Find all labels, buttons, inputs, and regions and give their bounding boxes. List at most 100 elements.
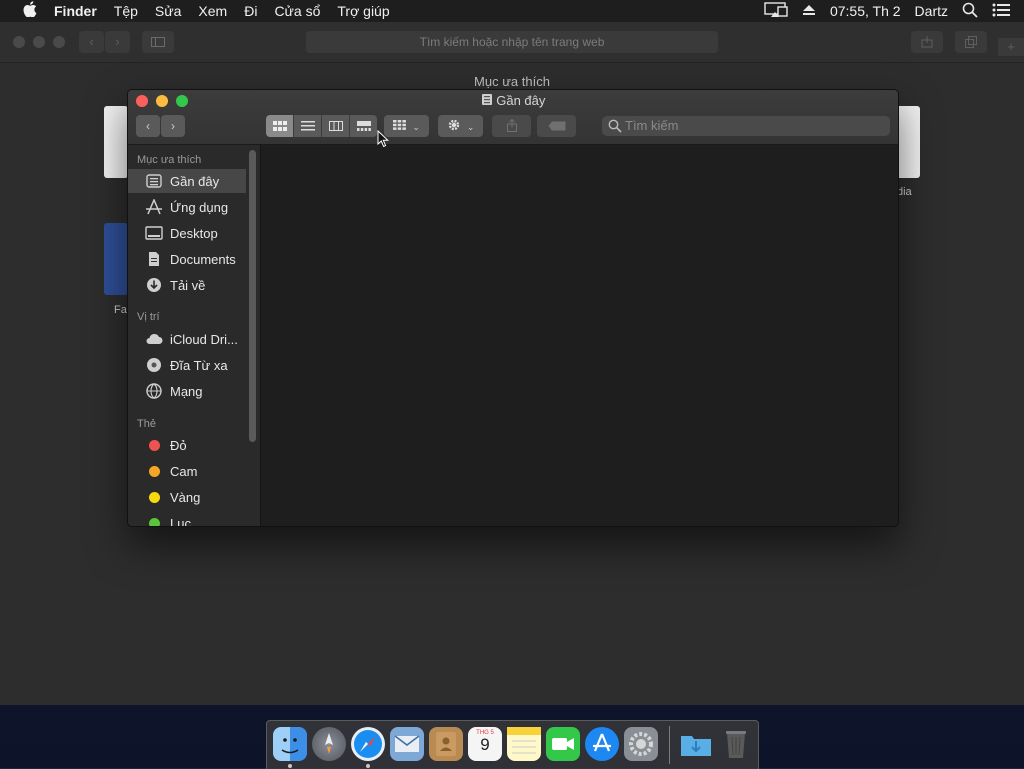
trash-icon[interactable] — [719, 727, 753, 761]
favorite-label: Fa — [114, 304, 127, 316]
minimize-button[interactable] — [33, 36, 45, 48]
back-button[interactable]: ‹ — [136, 115, 160, 137]
recents-icon — [145, 172, 163, 190]
dock: THG 5 9 — [266, 720, 759, 769]
icloud-icon — [145, 330, 163, 348]
column-view-button[interactable] — [322, 115, 350, 137]
group-by-button[interactable]: ⌄ — [384, 115, 429, 137]
window-title-text: Gần đây — [496, 93, 546, 108]
sidebar-item-label: Desktop — [170, 225, 218, 241]
menu-bar: Finder Tệp Sửa Xem Đi Cửa sổ Trợ giúp 07… — [0, 0, 1024, 22]
search-field[interactable]: Tìm kiếm — [602, 116, 890, 136]
menu-file[interactable]: Tệp — [114, 3, 138, 19]
list-view-button[interactable] — [294, 115, 322, 137]
chevron-down-icon: ⌄ — [412, 122, 420, 132]
applications-icon — [145, 198, 163, 216]
sidebar-item-documents[interactable]: Documents — [128, 247, 246, 271]
apple-icon[interactable] — [20, 1, 40, 21]
sidebar-toggle-button[interactable] — [142, 31, 174, 53]
desktop-icon — [145, 224, 163, 242]
gallery-view-button[interactable] — [350, 115, 377, 137]
downloads-icon — [145, 276, 163, 294]
favorite-tile[interactable] — [104, 106, 128, 178]
new-tab-button[interactable]: + — [998, 38, 1024, 56]
sidebar-item-label: Mạng — [170, 383, 203, 399]
action-button[interactable]: ⌄ — [438, 115, 483, 137]
sidebar-item-label: Đĩa Từ xa — [170, 357, 228, 373]
finder-window: Gần đây ‹ › ⌄ ⌄ Tìm kiếm Mục ưa thích Gầ… — [127, 89, 899, 527]
sidebar-item-label: Ứng dụng — [170, 199, 229, 215]
sidebar-item-label: Tải về — [170, 277, 206, 293]
edit-tags-button[interactable] — [537, 115, 576, 137]
favorites-title: Mục ưa thích — [474, 74, 550, 89]
green-tag-icon — [148, 517, 160, 526]
grid-icon — [393, 119, 406, 133]
menu-window[interactable]: Cửa sổ — [274, 3, 320, 19]
sidebar-scrollbar[interactable] — [249, 150, 256, 442]
orange-tag-icon — [148, 465, 160, 477]
icon-view-button[interactable] — [266, 115, 294, 137]
search-icon — [608, 119, 622, 139]
menu-go[interactable]: Đi — [244, 3, 257, 19]
address-bar[interactable]: Tìm kiếm hoặc nhập tên trang web — [306, 31, 718, 53]
contacts-icon[interactable] — [429, 727, 463, 761]
sidebar-item-recents[interactable]: Gần đây — [128, 169, 246, 193]
sidebar-item-downloads[interactable]: Tải về — [128, 273, 246, 297]
search-icon[interactable] — [962, 2, 978, 21]
downloads-folder-icon[interactable] — [679, 727, 713, 761]
tabs-overview-button[interactable] — [955, 31, 987, 53]
sidebar-section-locations: Vị trí — [137, 311, 160, 323]
yellow-tag-icon — [148, 491, 160, 503]
sidebar-item-remote-disc[interactable]: Đĩa Từ xa — [128, 353, 246, 377]
facetime-icon[interactable] — [546, 727, 580, 761]
finder-icon[interactable] — [273, 727, 307, 761]
safari-icon[interactable] — [351, 727, 385, 761]
calendar-icon[interactable]: THG 5 9 — [468, 727, 502, 761]
forward-button[interactable]: › — [161, 115, 185, 137]
favorite-tile[interactable] — [104, 223, 128, 295]
close-button[interactable] — [13, 36, 25, 48]
share-button[interactable] — [492, 115, 531, 137]
back-button[interactable]: ‹ — [79, 31, 104, 53]
finder-sidebar: Mục ưa thích Gần đây Ứng dụng Desktop Do… — [128, 145, 260, 526]
notes-icon[interactable] — [507, 727, 541, 761]
sidebar-item-tag-yellow[interactable]: Vàng — [128, 485, 246, 509]
app-store-icon[interactable] — [585, 727, 619, 761]
mouse-cursor-icon — [377, 129, 390, 153]
sidebar-item-desktop[interactable]: Desktop — [128, 221, 246, 245]
sidebar-item-label: Đỏ — [170, 437, 187, 453]
sidebar-section-tags: Thẻ — [137, 418, 156, 430]
file-content-area[interactable] — [260, 145, 898, 526]
menu-help[interactable]: Trợ giúp — [337, 3, 389, 19]
menu-view[interactable]: Xem — [198, 3, 227, 19]
share-button[interactable] — [911, 31, 943, 53]
view-mode-control — [266, 115, 377, 137]
red-tag-icon — [148, 439, 160, 451]
sidebar-item-icloud[interactable]: iCloud Dri... — [128, 327, 246, 351]
list-icon[interactable] — [992, 3, 1010, 20]
clock[interactable]: 07:55, Th 2 — [830, 3, 901, 19]
sidebar-item-label: Documents — [170, 251, 236, 267]
sidebar-item-tag-orange[interactable]: Cam — [128, 459, 246, 483]
forward-button[interactable]: › — [105, 31, 130, 53]
zoom-button[interactable] — [53, 36, 65, 48]
system-preferences-icon[interactable] — [624, 727, 658, 761]
finder-toolbar: Gần đây ‹ › ⌄ ⌄ Tìm kiếm — [128, 90, 898, 145]
sidebar-item-tag-green[interactable]: Lục — [128, 511, 246, 526]
menu-app-name[interactable]: Finder — [54, 3, 97, 19]
user-name[interactable]: Dartz — [915, 3, 948, 19]
sidebar-item-network[interactable]: Mạng — [128, 379, 246, 403]
remote-disc-icon — [145, 356, 163, 374]
launchpad-icon[interactable] — [312, 727, 346, 761]
favorite-tile[interactable] — [896, 106, 920, 178]
sidebar-item-label: Lục — [170, 515, 191, 527]
share-icon — [506, 118, 518, 133]
eject-icon[interactable] — [802, 3, 816, 19]
menu-edit[interactable]: Sửa — [155, 3, 182, 19]
sidebar-item-applications[interactable]: Ứng dụng — [128, 195, 246, 219]
mail-icon[interactable] — [390, 727, 424, 761]
airplay-icon[interactable] — [764, 1, 788, 21]
running-indicator — [366, 764, 370, 768]
sidebar-item-tag-red[interactable]: Đỏ — [128, 433, 246, 457]
chevron-down-icon: ⌄ — [466, 122, 475, 132]
